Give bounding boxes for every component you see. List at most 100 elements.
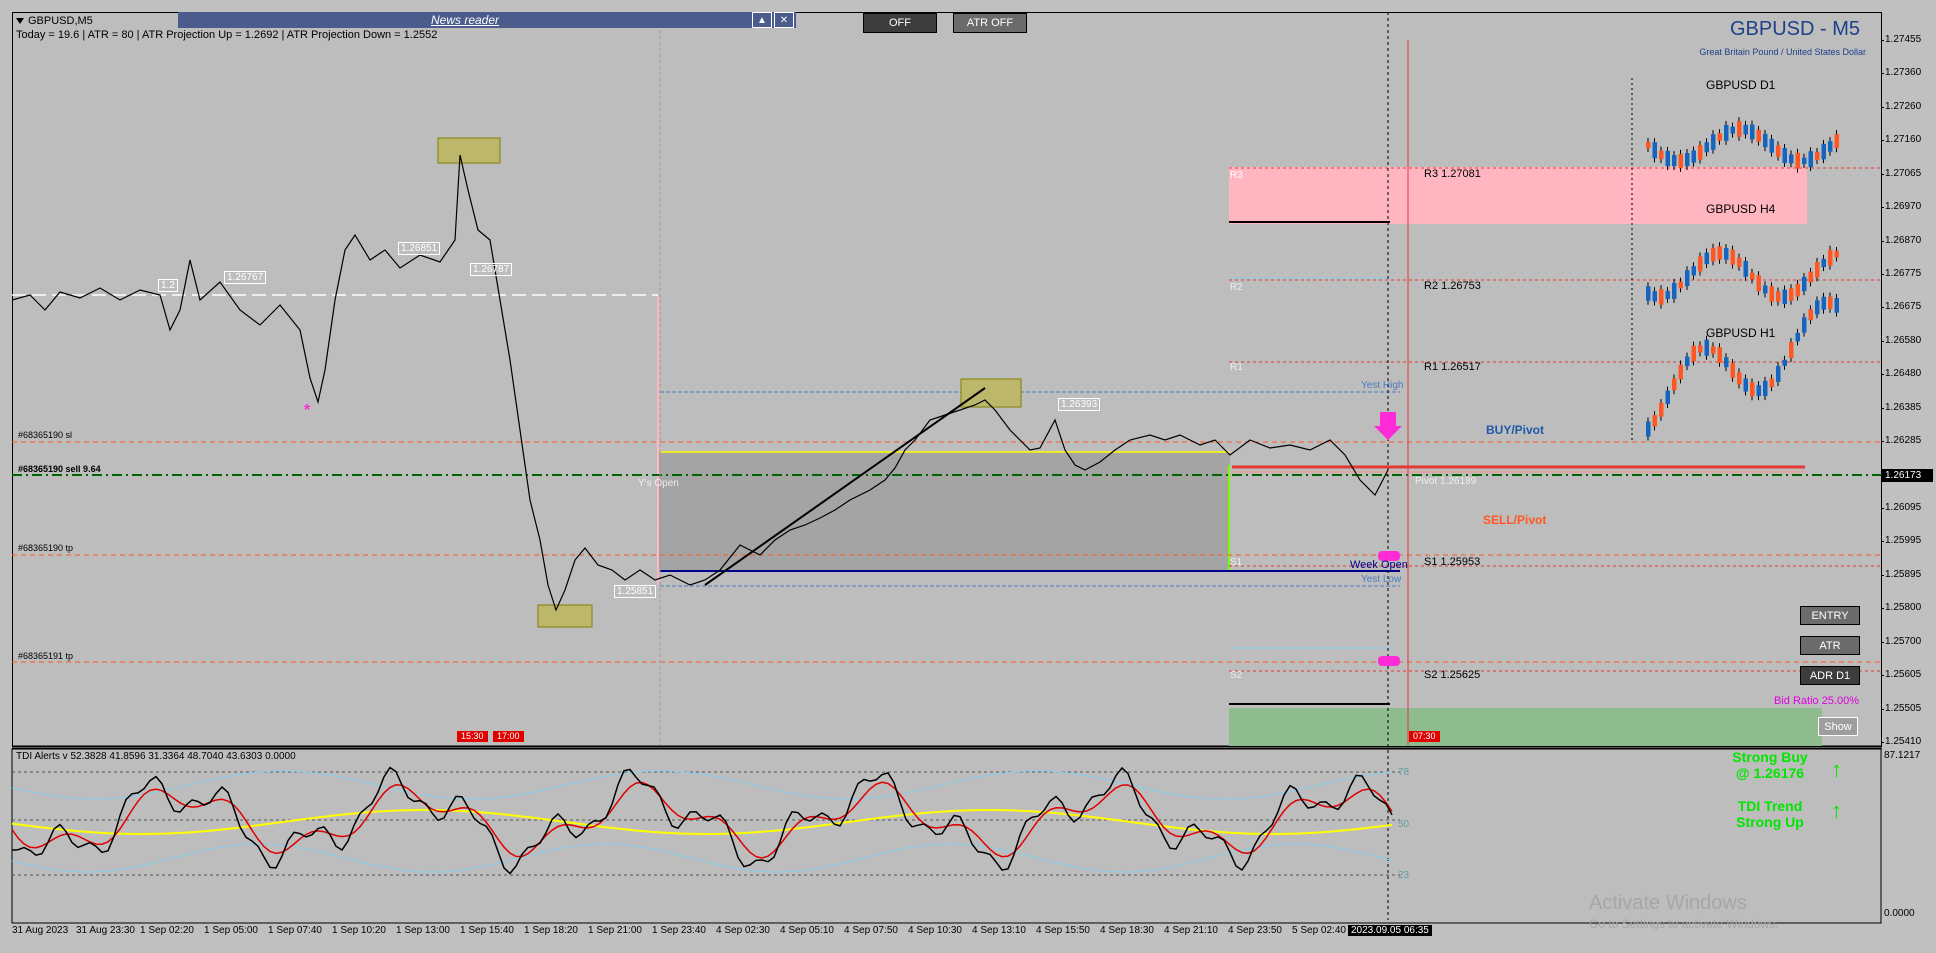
- mini-candle: [1678, 153, 1683, 168]
- price-tick: 1.27260: [1880, 100, 1922, 112]
- mini-candle: [1711, 247, 1716, 262]
- triangle-up-icon[interactable]: ▲: [752, 12, 772, 28]
- arrow-up-icon: ↑: [1831, 757, 1842, 782]
- mini-candle: [1802, 276, 1807, 292]
- price-chart[interactable]: *: [0, 0, 1936, 953]
- current-time-label: 2023.09.05 06:35: [1348, 925, 1432, 936]
- high-box: [437, 137, 501, 164]
- buy-pivot-label: BUY/Pivot: [1486, 423, 1545, 437]
- mini-candle: [1750, 272, 1755, 280]
- price-tag: 1.26393: [1058, 398, 1101, 411]
- price-tag: 1.2: [158, 279, 178, 292]
- s-zone: [1229, 708, 1822, 746]
- price-tick: 1.25995: [1880, 535, 1922, 547]
- adr-d1-button[interactable]: ADR D1: [1800, 666, 1860, 685]
- price-tick: 1.25800: [1880, 602, 1922, 614]
- r2-short: R2: [1230, 282, 1243, 293]
- mid-box: [960, 378, 1022, 408]
- mini-candle: [1704, 339, 1709, 356]
- ys-open-label: Y's Open: [638, 478, 679, 489]
- mini-candle: [1821, 296, 1826, 310]
- mini-candle: [1756, 275, 1761, 292]
- yest-low-label: Yest Low: [1361, 574, 1402, 585]
- time-tick: 1 Sep 05:00: [204, 925, 258, 936]
- current-price-label: 1.26173: [1882, 469, 1933, 482]
- news-reader-bar[interactable]: News reader ▲ ✕: [178, 12, 796, 28]
- mini-candle: [1646, 421, 1651, 437]
- price-tick: 1.27065: [1880, 167, 1922, 179]
- s1-short: S1: [1230, 557, 1243, 568]
- chevron-down-icon[interactable]: [16, 18, 24, 24]
- mini-candle: [1789, 342, 1794, 359]
- order-sell-label: #68365190 sell 9.64: [18, 464, 101, 474]
- r3-short: R3: [1230, 170, 1243, 181]
- mini-candle: [1769, 378, 1774, 388]
- off-button[interactable]: OFF: [863, 13, 937, 33]
- price-tick: 1.26285: [1880, 435, 1922, 447]
- mini-candle: [1704, 252, 1709, 265]
- time-tick: 31 Aug 2023: [12, 925, 69, 936]
- price-tick: 1.26870: [1880, 234, 1922, 246]
- mini-candle: [1834, 251, 1839, 258]
- close-icon[interactable]: ✕: [774, 12, 794, 28]
- bid-ratio-label: Bid Ratio 25.00%: [1774, 695, 1859, 707]
- tdi-level-78: 78: [1398, 767, 1410, 778]
- atr-button[interactable]: ATR: [1800, 636, 1860, 655]
- price-tick: 1.26385: [1880, 401, 1922, 413]
- price-tick: 1.25505: [1880, 702, 1922, 714]
- tdi-trend-signal: TDI Trend Strong Up: [1736, 798, 1804, 830]
- yest-high-label: Yest High: [1361, 380, 1404, 391]
- mini-candle: [1737, 257, 1742, 267]
- time-tick: 1 Sep 21:00: [588, 925, 642, 936]
- price-tag: 1.26767: [224, 271, 267, 284]
- mini-candle: [1717, 347, 1722, 363]
- news-reader-title[interactable]: News reader: [178, 13, 752, 27]
- mini-candle: [1782, 147, 1787, 164]
- price-tick: 1.26970: [1880, 201, 1922, 213]
- time-tick: 1 Sep 18:20: [524, 925, 578, 936]
- pivot-label: Pivot 1.26189: [1415, 476, 1477, 487]
- mini-candle: [1659, 150, 1664, 160]
- mini-candle: [1808, 309, 1813, 321]
- entry-button[interactable]: ENTRY: [1800, 606, 1860, 625]
- mini-candle: [1743, 378, 1748, 392]
- mini-chart-h4-label: GBPUSD H4: [1706, 202, 1776, 216]
- show-button[interactable]: Show: [1818, 717, 1858, 736]
- mini-candle: [1672, 155, 1677, 167]
- mini-candle: [1691, 150, 1696, 163]
- mini-candle: [1665, 291, 1670, 299]
- time-tick: 5 Sep 02:40: [1292, 925, 1346, 936]
- mini-candle: [1828, 296, 1833, 309]
- mini-candle: [1711, 346, 1716, 354]
- price-tick: 1.27455: [1880, 34, 1922, 45]
- mini-candle: [1834, 298, 1839, 313]
- symbol-title: GBPUSD - M5: [1729, 18, 1860, 40]
- atr-off-button[interactable]: ATR OFF: [953, 13, 1027, 33]
- time-tick: 1 Sep 02:20: [140, 925, 194, 936]
- r3-label: R3 1.27081: [1424, 168, 1481, 180]
- time-tick: 4 Sep 02:30: [716, 925, 770, 936]
- time-tick: 1 Sep 15:40: [460, 925, 514, 936]
- price-scale[interactable]: 1.27455 1.27360 1.27260 1.27160 1.27065 1.269…: [1880, 12, 1936, 747]
- mini-candle: [1789, 288, 1794, 301]
- order-tp1-label: #68365190 tp: [18, 543, 74, 553]
- mini-candle: [1652, 142, 1657, 159]
- mini-candle: [1802, 317, 1807, 333]
- mini-candle: [1815, 262, 1820, 278]
- symbol-subtitle: Great Britain Pound / United States Doll…: [1699, 47, 1866, 57]
- mini-candle: [1763, 380, 1768, 397]
- mini-candle: [1678, 281, 1683, 289]
- week-open-label: Week Open: [1350, 559, 1408, 571]
- price-tick: 1.25605: [1880, 669, 1922, 681]
- mini-candle: [1795, 332, 1800, 342]
- mini-candle: [1646, 142, 1651, 148]
- mini-candle: [1763, 285, 1768, 294]
- mini-candle: [1815, 300, 1820, 315]
- time-tick: 1 Sep 23:40: [652, 925, 706, 936]
- time-tick: 4 Sep 05:10: [780, 925, 834, 936]
- r2-label: R2 1.26753: [1424, 280, 1481, 292]
- mini-candle: [1698, 145, 1703, 160]
- activate-windows-title: Activate Windows: [1589, 892, 1747, 914]
- price-tick: 1.26580: [1880, 334, 1922, 346]
- low-box: [537, 604, 593, 628]
